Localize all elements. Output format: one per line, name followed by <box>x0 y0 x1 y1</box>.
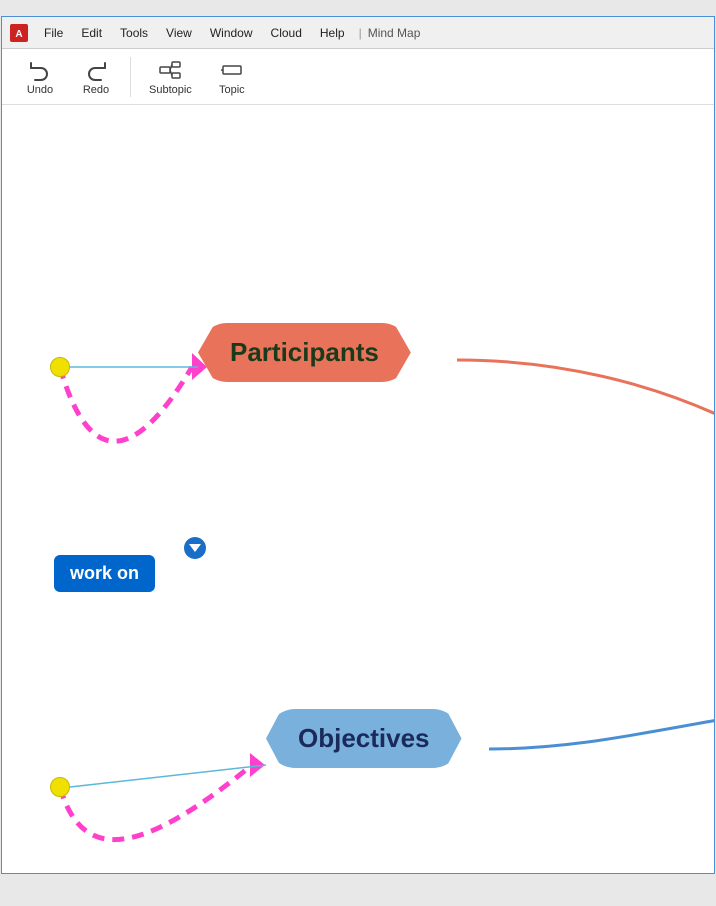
undo-button[interactable]: Undo <box>14 54 66 100</box>
connector-bottom <box>50 777 70 797</box>
menu-bar: File Edit Tools View Window Cloud Help |… <box>36 24 706 42</box>
work-on-label: work on <box>70 563 139 583</box>
redo-button[interactable]: Redo <box>70 54 122 100</box>
subtopic-label: Subtopic <box>149 84 192 96</box>
undo-label: Undo <box>27 84 53 96</box>
redo-label: Redo <box>83 84 109 96</box>
dropdown-indicator[interactable] <box>184 537 206 559</box>
menu-separator: | <box>355 26 366 40</box>
node-participants[interactable]: Participants <box>198 323 411 382</box>
titlebar: A File Edit Tools View Window Cloud Help… <box>2 17 714 49</box>
menu-view[interactable]: View <box>158 24 200 42</box>
menu-edit[interactable]: Edit <box>73 24 110 42</box>
application-window: A File Edit Tools View Window Cloud Help… <box>1 16 715 874</box>
node-work-on[interactable]: work on <box>54 555 155 592</box>
node-objectives[interactable]: Objectives <box>266 709 462 768</box>
menu-window[interactable]: Window <box>202 24 261 42</box>
svg-text:A: A <box>15 29 22 40</box>
connector-top <box>50 357 70 377</box>
topic-label: Topic <box>219 84 245 96</box>
toolbar: Undo Redo Subtopic Topic <box>2 49 714 105</box>
menu-tools[interactable]: Tools <box>112 24 156 42</box>
participants-label: Participants <box>230 337 379 367</box>
objectives-label: Objectives <box>298 723 430 753</box>
subtopic-button[interactable]: Subtopic <box>139 54 202 100</box>
app-mode-label: Mind Map <box>368 26 421 40</box>
topic-button[interactable]: Topic <box>206 54 258 100</box>
menu-help[interactable]: Help <box>312 24 353 42</box>
canvas: Participants Objectives work on <box>2 105 714 873</box>
menu-cloud[interactable]: Cloud <box>263 24 310 42</box>
app-icon: A <box>10 24 28 42</box>
menu-file[interactable]: File <box>36 24 71 42</box>
toolbar-divider <box>130 57 131 97</box>
